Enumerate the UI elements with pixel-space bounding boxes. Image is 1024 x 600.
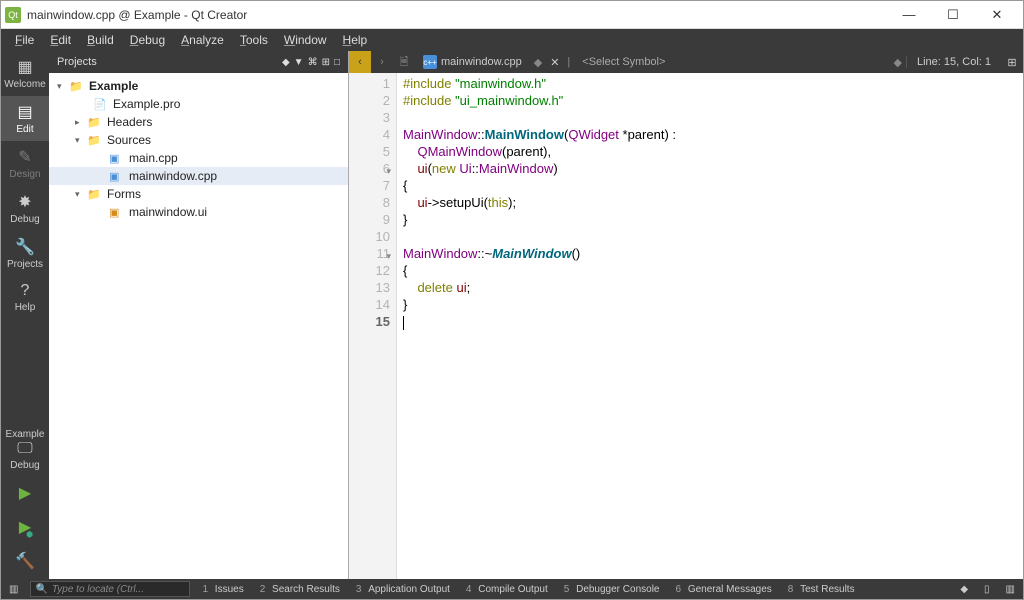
link-icon[interactable]: ⌘ [308, 57, 318, 68]
cpp-file-icon: ▣ [109, 170, 125, 183]
close-file-button[interactable]: ✕ [546, 56, 563, 69]
output-tab-search-results[interactable]: 2 Search Results [252, 584, 348, 595]
play-icon: ▶ [19, 483, 31, 503]
titlebar: Qt mainwindow.cpp @ Example - Qt Creator… [1, 1, 1023, 29]
close-panel-icon[interactable]: □ [334, 57, 340, 68]
tree-headers[interactable]: ▸ 📁 Headers [49, 113, 348, 131]
hammer-icon: 🔨 [15, 551, 35, 571]
project-tree[interactable]: ▾ 📁 Example 📄 Example.pro ▸ 📁 Headers ▾ … [49, 73, 348, 579]
run-button[interactable]: ▶ [1, 477, 49, 511]
mode-design[interactable]: ✎Design [1, 141, 49, 186]
split-editor-button[interactable]: ⊞ [1001, 56, 1023, 69]
menu-file[interactable]: File [7, 31, 42, 49]
search-icon: 🔍 [35, 584, 47, 595]
chevron-down-icon: ▾ [75, 135, 87, 146]
output-tab-application-output[interactable]: 3 Application Output [348, 584, 458, 595]
grid-icon: ▦ [17, 57, 32, 77]
monitor-icon: 🖵 [17, 440, 32, 458]
split-icon[interactable]: ⊞ [322, 57, 330, 68]
output-tab-test-results[interactable]: 8 Test Results [780, 584, 863, 595]
cursor-position[interactable]: Line: 15, Col: 1 [906, 56, 1001, 68]
folder-icon: 📁 [87, 134, 103, 147]
menu-window[interactable]: Window [276, 31, 335, 49]
projects-panel: Projects ◆ ▼ ⌘ ⊞ □ ▾ 📁 Example 📄 Exampl [49, 51, 349, 579]
edit-icon: ▤ [17, 102, 32, 122]
editor-toolbar: ‹ › 🗎 c++ mainwindow.cpp ◆ ✕ | <Select S… [349, 51, 1023, 73]
menu-help[interactable]: Help [335, 31, 376, 49]
debug-run-button[interactable]: ▶⬢ [1, 511, 49, 545]
output-tab-issues[interactable]: 1 Issues [194, 584, 251, 595]
nav-back-button[interactable]: ‹ [349, 51, 371, 73]
folder-icon: 📁 [87, 116, 103, 129]
editor-area: ‹ › 🗎 c++ mainwindow.cpp ◆ ✕ | <Select S… [349, 51, 1023, 579]
dropdown-icon[interactable]: ◆ [282, 57, 290, 68]
projects-header: Projects ◆ ▼ ⌘ ⊞ □ [49, 51, 348, 73]
text-cursor [403, 316, 404, 330]
tree-sources[interactable]: ▾ 📁 Sources [49, 131, 348, 149]
chevron-down-icon: ▾ [75, 189, 87, 200]
filter-icon[interactable]: ▼ [294, 57, 304, 68]
build-button[interactable]: 🔨 [1, 545, 49, 579]
wrench-icon: 🔧 [15, 237, 35, 257]
tree-forms[interactable]: ▾ 📁 Forms [49, 185, 348, 203]
kit-selector[interactable]: Example🖵Debug [1, 423, 49, 477]
open-file-selector[interactable]: c++ mainwindow.cpp [415, 55, 530, 69]
status-bar: ▥ 🔍 Type to locate (Ctrl... 1 Issues2 Se… [1, 579, 1023, 599]
locator-input[interactable]: 🔍 Type to locate (Ctrl... [30, 581, 190, 597]
close-button[interactable]: ✕ [975, 1, 1019, 29]
toggle-sidebar-button[interactable]: ▥ [1, 579, 26, 599]
ui-file-icon: ▣ [109, 206, 125, 219]
mode-help[interactable]: ?Help [1, 276, 49, 319]
tree-mainwindow-cpp[interactable]: ▣ mainwindow.cpp [49, 167, 348, 185]
project-icon: 📁 [69, 80, 85, 93]
line-gutter[interactable]: 12345 6▾ 78910 11▾ 121314 15 [349, 73, 397, 579]
mode-welcome[interactable]: ▦Welcome [1, 51, 49, 96]
code-content[interactable]: #include "mainwindow.h" #include "ui_mai… [397, 73, 1023, 579]
window-title: mainwindow.cpp @ Example - Qt Creator [27, 8, 887, 22]
tree-pro-file[interactable]: 📄 Example.pro [49, 95, 348, 113]
nav-forward-button[interactable]: › [371, 51, 393, 73]
design-icon: ✎ [18, 147, 31, 167]
chevron-right-icon: ▸ [75, 117, 87, 128]
mode-edit[interactable]: ▤Edit [1, 96, 49, 141]
play-debug-icon: ▶⬢ [19, 517, 31, 537]
pro-file-icon: 📄 [93, 98, 109, 111]
menu-tools[interactable]: Tools [232, 31, 276, 49]
menubar: File Edit Build Debug Analyze Tools Wind… [1, 29, 1023, 51]
cpp-file-icon: ▣ [109, 152, 125, 165]
output-tab-general-messages[interactable]: 6 General Messages [667, 584, 779, 595]
minimize-button[interactable]: ― [887, 1, 931, 29]
cpp-file-icon: c++ [423, 55, 437, 69]
code-editor[interactable]: 12345 6▾ 78910 11▾ 121314 15 #include "m… [349, 73, 1023, 579]
toggle-right-sidebar-button[interactable]: ▥ [998, 584, 1023, 595]
output-tab-debugger-console[interactable]: 5 Debugger Console [556, 584, 668, 595]
app-icon: Qt [5, 7, 21, 23]
mode-bar: ▦Welcome ▤Edit ✎Design ✸Debug 🔧Projects … [1, 51, 49, 579]
menu-debug[interactable]: Debug [122, 31, 173, 49]
status-updown-button[interactable]: ◆ [952, 584, 976, 595]
symbol-selector[interactable]: <Select Symbol> [574, 56, 889, 68]
help-icon: ? [21, 282, 30, 300]
menu-build[interactable]: Build [79, 31, 122, 49]
menu-edit[interactable]: Edit [42, 31, 79, 49]
chevron-down-icon: ▾ [57, 81, 69, 92]
tree-project-root[interactable]: ▾ 📁 Example [49, 77, 348, 95]
menu-analyze[interactable]: Analyze [173, 31, 232, 49]
tree-main-cpp[interactable]: ▣ main.cpp [49, 149, 348, 167]
progress-button[interactable]: ▯ [976, 584, 998, 595]
output-tab-compile-output[interactable]: 4 Compile Output [458, 584, 556, 595]
folder-icon: 📁 [87, 188, 103, 201]
bug-icon: ✸ [18, 192, 31, 212]
maximize-button[interactable]: ☐ [931, 1, 975, 29]
nav-locked-icon[interactable]: 🗎 [393, 51, 415, 73]
mode-projects[interactable]: 🔧Projects [1, 231, 49, 276]
tree-mainwindow-ui[interactable]: ▣ mainwindow.ui [49, 203, 348, 221]
mode-debug[interactable]: ✸Debug [1, 186, 49, 231]
